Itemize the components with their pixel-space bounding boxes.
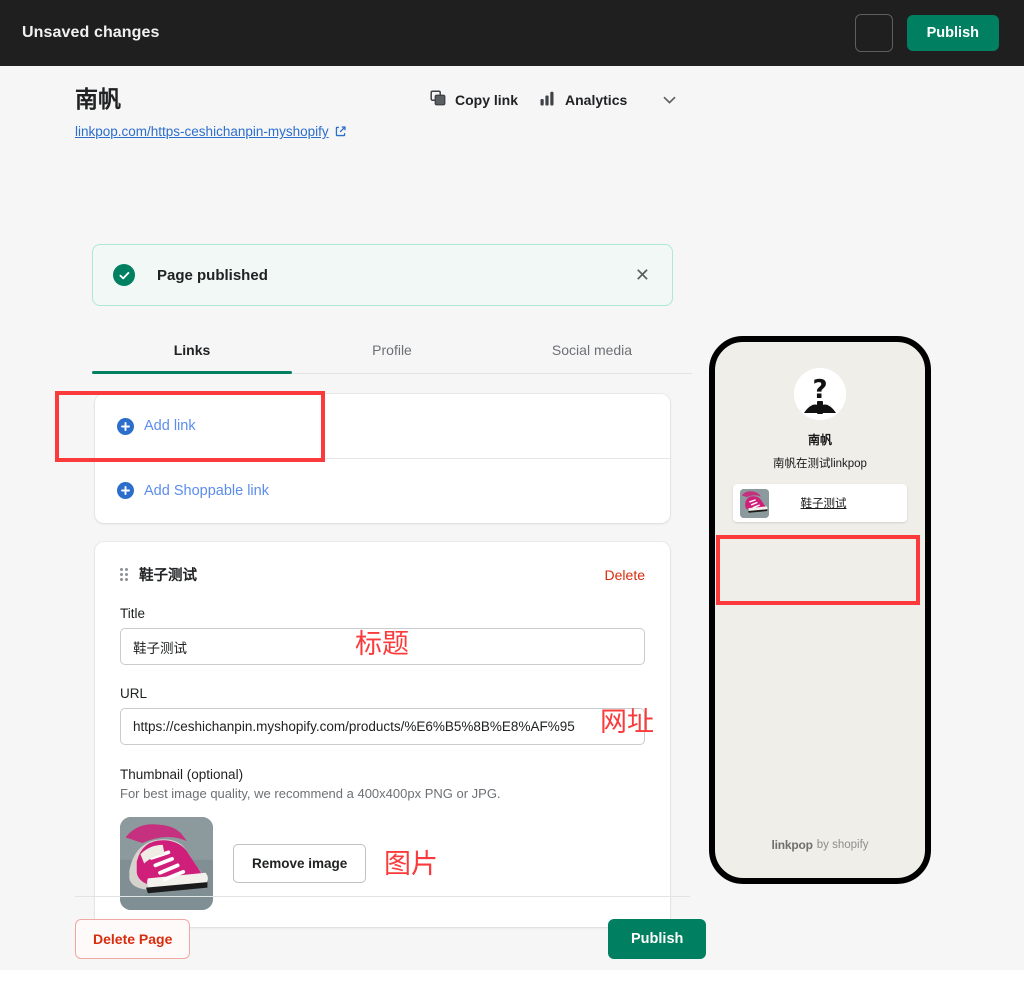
publish-button-bottom[interactable]: Publish	[608, 919, 707, 959]
url-field-label: URL	[120, 686, 148, 701]
svg-text:?: ?	[812, 375, 827, 405]
chevron-down-icon[interactable]	[655, 88, 684, 111]
header-actions: Copy link Analytics	[430, 88, 684, 111]
add-shoppable-link-label: Add Shoppable link	[144, 482, 269, 499]
page-url-row: linkpop.com/https-ceshichanpin-myshopify	[75, 124, 347, 139]
copy-icon	[430, 90, 446, 109]
copy-link-button[interactable]: Copy link	[430, 90, 518, 109]
check-circle-icon	[113, 264, 135, 286]
unknown-person-avatar: ?	[794, 368, 846, 420]
link-editor-header: 鞋子测试 Delete	[120, 564, 645, 585]
title-input[interactable]	[120, 628, 645, 665]
remove-image-button[interactable]: Remove image	[233, 844, 367, 883]
thumbnail-label: Thumbnail (optional)	[120, 767, 244, 782]
preview-profile-bio: 南帆在测试linkpop	[773, 458, 867, 470]
link-editor-header-left: 鞋子测试	[120, 564, 197, 585]
bottom-strip	[0, 970, 1024, 982]
preview-profile-name: 南帆	[807, 433, 832, 447]
linkpop-by-shopify-label: by shopify	[816, 839, 869, 851]
link-item-name: 鞋子测试	[139, 568, 197, 584]
delete-link-button[interactable]: Delete	[605, 567, 645, 583]
add-link-card: Add link Add Shoppable link	[95, 394, 670, 523]
publish-button-top[interactable]: Publish	[906, 15, 999, 51]
analytics-button[interactable]: Analytics	[540, 91, 627, 109]
add-link-row[interactable]: Add link	[95, 394, 670, 458]
preview-link-card[interactable]: 鞋子测试	[733, 484, 907, 522]
page-url-link[interactable]: linkpop.com/https-ceshichanpin-myshopify	[75, 124, 329, 139]
analytics-label: Analytics	[565, 91, 628, 108]
thumbnail-help-text: For best image quality, we recommend a 4…	[120, 786, 501, 801]
tab-social-media[interactable]: Social media	[492, 328, 692, 373]
copy-link-label: Copy link	[455, 91, 519, 108]
add-link-label: Add link	[144, 418, 196, 434]
phone-preview-content: ? 南帆 南帆在测试linkpop 鞋子测试 linkpop by shopif…	[715, 342, 925, 878]
preview-icon-button[interactable]	[854, 14, 893, 52]
unsaved-changes-label: Unsaved changes	[22, 24, 160, 41]
add-shoppable-link-row[interactable]: Add Shoppable link	[95, 458, 670, 522]
tab-links[interactable]: Links	[92, 328, 292, 374]
bar-chart-icon	[540, 91, 556, 109]
editor-tabs: Links Profile Social media	[92, 328, 692, 374]
close-icon[interactable]: ✕	[631, 262, 654, 288]
drag-handle-icon[interactable]	[120, 568, 128, 581]
banner-message: Page published	[157, 266, 268, 284]
pink-sneakers-thumbnail	[740, 488, 769, 518]
footer-divider	[75, 896, 690, 897]
top-bar: Unsaved changes Publish	[0, 0, 1024, 66]
delete-page-button[interactable]: Delete Page	[75, 919, 191, 959]
external-link-icon[interactable]	[334, 125, 347, 138]
plus-circle-icon	[117, 482, 134, 499]
preview-brand-footer: linkpop by shopify	[715, 838, 925, 852]
app-root: Unsaved changes Publish 南帆 linkpop.com/h…	[0, 0, 1024, 982]
title-field-label: Title	[120, 606, 146, 621]
preview-link-label: 鞋子测试	[800, 498, 847, 510]
page-title: 南帆	[75, 86, 121, 112]
page-body: 南帆 linkpop.com/https-ceshichanpin-myshop…	[0, 66, 1024, 970]
phone-preview: ? 南帆 南帆在测试linkpop 鞋子测试 linkpop by shopif…	[709, 336, 931, 884]
top-bar-actions: Publish	[854, 14, 999, 52]
url-input[interactable]	[120, 708, 645, 745]
link-editor-card: 鞋子测试 Delete Title URL Thumbnail (optiona…	[95, 542, 670, 927]
tab-profile[interactable]: Profile	[292, 328, 492, 373]
plus-circle-icon	[117, 417, 134, 435]
page-published-banner: Page published ✕	[92, 244, 673, 306]
linkpop-logo: linkpop	[771, 838, 813, 852]
